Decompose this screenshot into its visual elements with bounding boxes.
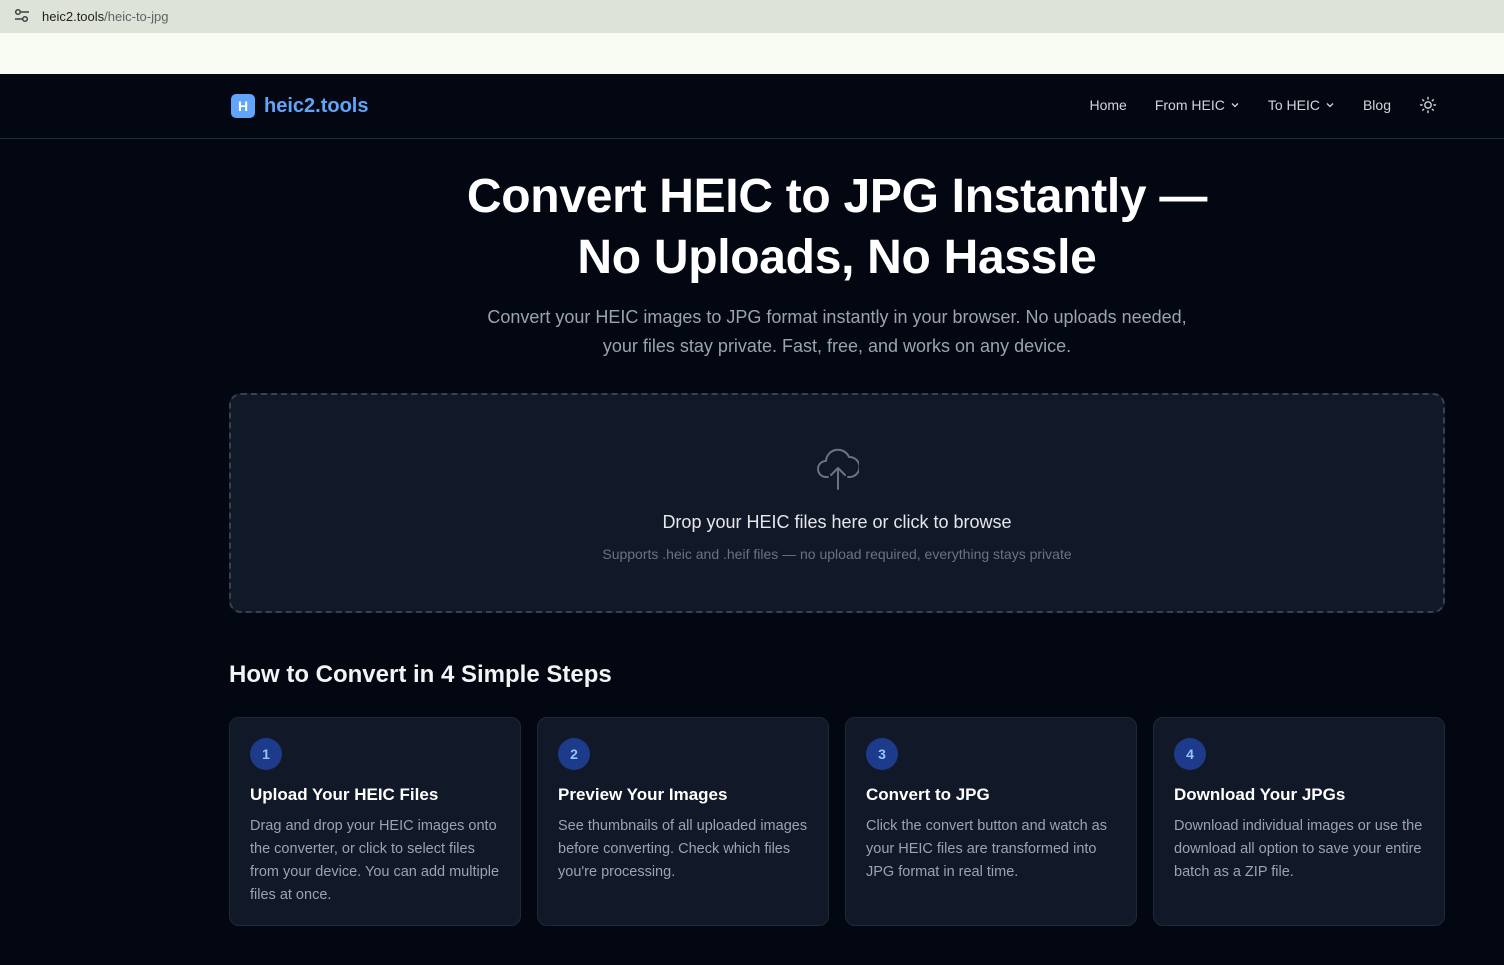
step-description: Download individual images or use the do… — [1174, 818, 1423, 880]
nav-to-heic[interactable]: To HEIC — [1268, 97, 1335, 113]
step-title: Convert to JPG — [866, 785, 990, 804]
site-settings-icon[interactable] — [13, 8, 31, 24]
nav-from-heic-label: From HEIC — [1154, 97, 1225, 113]
step-title: Preview Your Images — [558, 785, 728, 804]
logo-text: heic2.tools — [264, 94, 369, 117]
url-text[interactable]: heic2.tools/heic-to-jpg — [42, 9, 168, 24]
chevron-down-icon — [1231, 103, 1239, 108]
step-number: 2 — [558, 738, 590, 770]
browser-address-bar[interactable]: heic2.tools/heic-to-jpg — [0, 0, 1504, 33]
step-description: Drag and drop your HEIC images onto the … — [250, 818, 500, 903]
main-nav: Home From HEIC To HEIC Blog — [1061, 96, 1437, 114]
nav-from-heic[interactable]: From HEIC — [1155, 97, 1240, 113]
step-number: 1 — [250, 738, 282, 770]
url-host: heic2.tools — [42, 9, 105, 24]
hero-subtitle-line1: Convert your HEIC images to JPG format i… — [487, 307, 1187, 327]
nav-home[interactable]: Home — [1089, 97, 1126, 113]
step-description: Click the convert button and watch as yo… — [866, 818, 1107, 880]
nav-blog[interactable]: Blog — [1363, 97, 1391, 113]
nav-to-heic-label: To HEIC — [1267, 97, 1320, 113]
nav-home-label: Home — [1089, 97, 1127, 113]
steps-heading: How to Convert in 4 Simple Steps — [229, 661, 612, 688]
file-dropzone[interactable]: Drop your HEIC files here or click to br… — [229, 393, 1445, 613]
cloud-upload-icon — [817, 448, 859, 490]
hero-title-line1: Convert HEIC to JPG Instantly — — [466, 170, 1208, 223]
hero-subtitle-line2: your files stay private. Fast, free, and… — [602, 336, 1072, 356]
step-description: See thumbnails of all uploaded images be… — [558, 818, 808, 880]
hero-subtitle: Convert your HEIC images to JPG format i… — [0, 303, 1504, 361]
logo-badge: H — [231, 94, 255, 118]
dropzone-title: Drop your HEIC files here or click to br… — [662, 512, 1012, 532]
step-card-1: 1 Upload Your HEIC Files Drag and drop y… — [229, 717, 521, 926]
hero-title-line2: No Uploads, No Hassle — [577, 231, 1097, 284]
chevron-down-icon — [1326, 103, 1334, 108]
dropzone-subtitle: Supports .heic and .heif files — no uplo… — [602, 546, 1072, 562]
site-header: H heic2.tools Home From HEIC To HEIC Blo… — [0, 74, 1504, 139]
step-title: Upload Your HEIC Files — [250, 785, 439, 804]
browser-toolbar-area — [0, 33, 1504, 74]
step-number: 4 — [1174, 738, 1206, 770]
step-card-3: 3 Convert to JPG Click the convert butto… — [845, 717, 1137, 926]
sun-icon — [1419, 96, 1437, 114]
site-logo[interactable]: H heic2.tools — [231, 94, 368, 118]
step-title: Download Your JPGs — [1174, 785, 1346, 804]
theme-toggle-button[interactable] — [1419, 96, 1437, 114]
hero-title: Convert HEIC to JPG Instantly — No Uploa… — [0, 166, 1504, 288]
step-number: 3 — [866, 738, 898, 770]
step-card-4: 4 Download Your JPGs Download individual… — [1153, 717, 1445, 926]
step-card-2: 2 Preview Your Images See thumbnails of … — [537, 717, 829, 926]
nav-blog-label: Blog — [1362, 97, 1391, 113]
url-path: /heic-to-jpg — [104, 9, 169, 24]
